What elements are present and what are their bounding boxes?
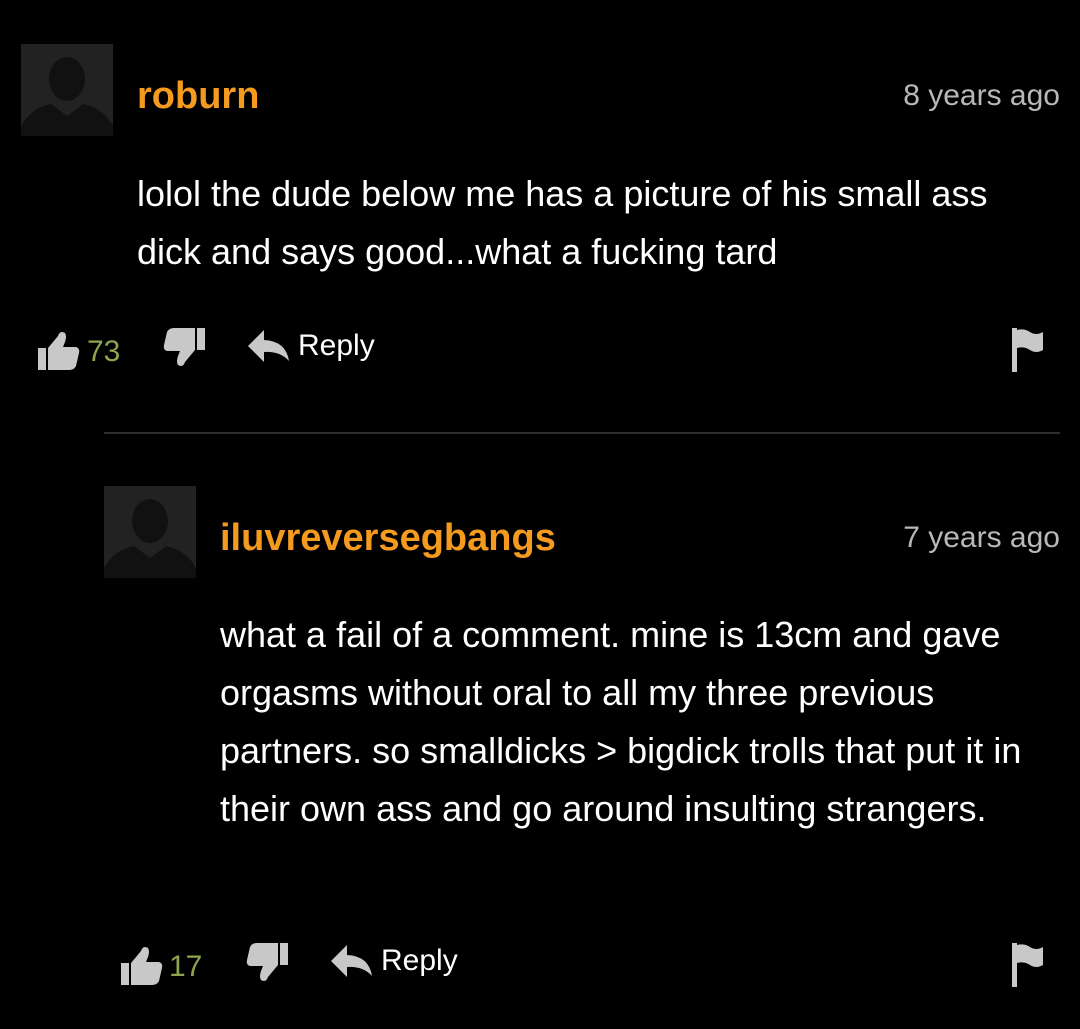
reply-label: Reply [298,329,375,362]
thumbs-down-icon[interactable] [246,941,290,985]
thumbs-up-icon[interactable] [119,943,163,987]
comment-actions: 73 Reply [0,322,1080,372]
default-avatar-icon [21,44,113,136]
reply-divider [104,432,1060,434]
comment-2: iluvreversegbangs 7 years ago what a fai… [0,440,1080,1029]
reply-button[interactable]: Reply [246,328,375,364]
comment-timestamp: 8 years ago [903,79,1060,112]
reply-arrow-icon [331,945,372,977]
vote-count: 17 [169,950,203,983]
comment-1: roburn 8 years ago lolol the dude below … [0,0,1080,430]
comment-text: what a fail of a comment. mine is 13cm a… [220,614,1022,829]
thumbs-down-icon[interactable] [163,326,207,370]
flag-icon[interactable] [1010,326,1044,374]
thumbs-up-icon[interactable] [36,328,80,372]
reply-label: Reply [381,944,458,977]
reply-arrow-icon [248,330,289,362]
comment-text: lolol the dude below me has a picture of… [137,173,988,272]
comment-username[interactable]: iluvreversegbangs [220,516,556,560]
default-avatar-icon [104,486,196,578]
comment-timestamp: 7 years ago [903,521,1060,554]
reply-button[interactable]: Reply [329,943,458,979]
comment-username[interactable]: roburn [137,74,259,118]
user-avatar[interactable] [21,44,113,136]
comment-actions: 17 Reply [0,937,1080,987]
flag-icon[interactable] [1010,941,1044,989]
vote-count: 73 [87,335,121,368]
user-avatar[interactable] [104,486,196,578]
